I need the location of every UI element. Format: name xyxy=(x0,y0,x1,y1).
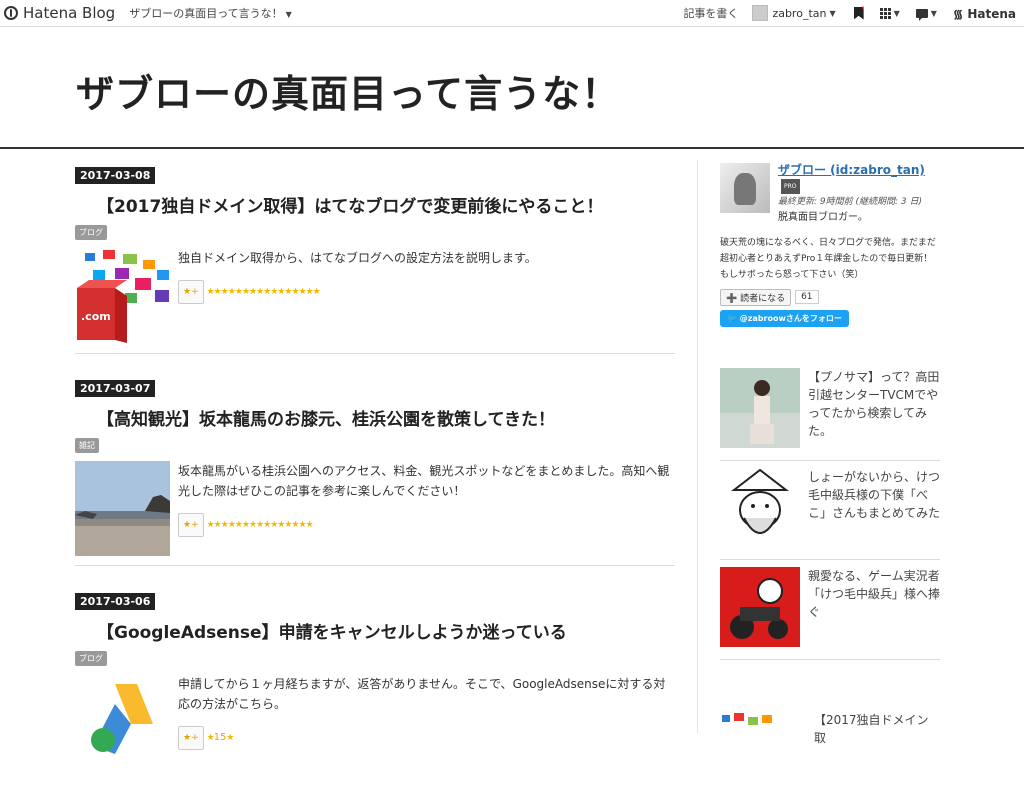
entry: 2017-03-07 【高知観光】坂本龍馬のお膝元、桂浜公園を散策してきた！ 雑… xyxy=(75,377,675,556)
star-icon: ★ xyxy=(226,733,234,743)
sidebar-divider xyxy=(720,659,940,660)
entry-title[interactable]: 【2017独自ドメイン取得】はてなブログで変更前後にやること！ xyxy=(97,192,675,217)
hatena-logo-icon xyxy=(4,6,18,20)
profile-description: 破天荒の塊になるべく、日々ブログで発信。まだまだ超初心者とりあえずPro１年課金… xyxy=(720,237,936,280)
blog-title[interactable]: ザブローの真面目って言うな！ xyxy=(76,63,620,118)
entry-summary: 申請してから１ヶ月経ちますが、返答がありません。そこで、GoogleAdsens… xyxy=(178,677,666,711)
entry-date[interactable]: 2017-03-08 xyxy=(75,167,156,184)
add-star-button[interactable]: ★+ xyxy=(178,513,204,537)
subscribe-button[interactable]: ➕ 読者になる xyxy=(720,288,792,306)
twitter-follow-label: @zabroowさんをフォロー xyxy=(739,313,842,323)
user-name: zabro_tan xyxy=(772,6,827,20)
category-badge[interactable]: 雑記 xyxy=(75,438,99,453)
unread-dot-icon xyxy=(861,6,864,10)
entry-summary: 坂本龍馬がいる桂浜公園へのアクセス、料金、観光スポットなどをまとめました。高知へ… xyxy=(178,464,670,498)
entry: 2017-03-08 【2017独自ドメイン取得】はてなブログで変更前後にやるこ… xyxy=(75,164,675,343)
bookmark-icon xyxy=(853,6,864,20)
entry-summary: 独自ドメイン取得から、はてなブログへの設定方法を説明します。 xyxy=(178,251,537,265)
hatena-link[interactable]: ᯾ Hatena xyxy=(953,5,1016,22)
add-star-button[interactable]: ★+ xyxy=(178,726,204,750)
sidebar: ザブロー (id:zabro_tan) PRO 最終更新: 9時間前 (継続期間:… xyxy=(720,163,940,791)
related-article-thumbnail[interactable] xyxy=(720,711,800,791)
entry-divider xyxy=(75,353,675,354)
chevron-down-icon: ▼ xyxy=(893,8,900,18)
entry-divider xyxy=(75,565,675,566)
entry-title[interactable]: 【高知観光】坂本龍馬のお膝元、桂浜公園を散策してきた！ xyxy=(97,405,675,430)
sidebar-separator xyxy=(697,160,698,733)
comment-menu-button[interactable]: ▼ xyxy=(915,8,937,21)
star-icon: ★ xyxy=(206,733,215,743)
star-icons: ★★★★★★★★★★★★★★★★ xyxy=(206,287,321,297)
star-count[interactable]: 15 xyxy=(214,728,227,748)
twitter-follow-button[interactable]: 🐦 @zabroowさんをフォロー xyxy=(720,309,849,327)
entry-title[interactable]: 【GoogleAdsense】申請をキャンセルしようか迷っている xyxy=(97,618,675,643)
entry-thumbnail[interactable] xyxy=(75,461,170,556)
grid-icon xyxy=(879,7,891,19)
entry-thumbnail[interactable] xyxy=(75,674,170,769)
category-badge[interactable]: ブログ xyxy=(75,651,107,666)
subscriber-count[interactable]: 61 xyxy=(795,290,819,304)
related-article[interactable]: 【2017独自ドメイン取 xyxy=(720,711,940,791)
star-icons: ★★★★★★★★★★★★★★★ xyxy=(206,520,314,530)
sidebar-divider xyxy=(720,559,940,560)
entry-date[interactable]: 2017-03-07 xyxy=(75,380,156,397)
comment-icon xyxy=(915,8,928,21)
related-article-thumbnail[interactable] xyxy=(720,468,800,548)
entry: 2017-03-06 【GoogleAdsense】申請をキャンセルしようか迷っ… xyxy=(75,590,675,769)
star-area: ★+ ★★★★★★★★★★★★★★★ xyxy=(178,513,675,537)
entry-date[interactable]: 2017-03-06 xyxy=(75,593,156,610)
related-article-title: しょーがないから、けつ毛中級兵様の下僕「べこ」さんもまとめてみた xyxy=(808,470,941,520)
star-area: ★+ ★ 15 ★ xyxy=(178,726,675,750)
twitter-bird-icon: 🐦 xyxy=(727,313,740,323)
related-article-title: 親愛なる、ゲーム実況者「けつ毛中級兵」様へ捧ぐ xyxy=(808,569,941,619)
blog-header: ザブローの真面目って言うな！ xyxy=(0,27,1024,149)
pro-badge: PRO xyxy=(781,179,800,194)
profile-tagline: 脱真面目ブロガー。 xyxy=(778,211,868,223)
related-article[interactable]: 【プノサマ】って？高田引越センターTVCMでやってたから検索してみた。 xyxy=(720,368,940,448)
profile-module: ザブロー (id:zabro_tan) PRO 最終更新: 9時間前 (継続期間:… xyxy=(720,163,940,225)
entry-thumbnail[interactable]: .com xyxy=(75,248,170,343)
sidebar-divider xyxy=(720,460,940,461)
hatena-mark-icon: ᯾ xyxy=(952,6,968,21)
apps-menu-button[interactable]: ▼ xyxy=(879,7,900,19)
logo-text: Hatena Blog xyxy=(23,4,116,22)
related-article-thumbnail[interactable] xyxy=(720,368,800,448)
category-badge[interactable]: ブログ xyxy=(75,225,107,240)
svg-text:.com: .com xyxy=(81,310,111,323)
notification-button[interactable] xyxy=(853,6,864,20)
chevron-down-icon: ▼ xyxy=(829,8,836,18)
blog-switcher-label: ザブローの真面目って言うな！ xyxy=(129,7,283,20)
profile-avatar[interactable] xyxy=(720,163,770,213)
related-article-title: 【2017独自ドメイン取 xyxy=(814,713,929,745)
write-article-link[interactable]: 記事を書く xyxy=(683,5,738,21)
last-updated: 最終更新: 9時間前 (継続期間: 3 日) xyxy=(778,196,922,207)
chevron-down-icon: ▼ xyxy=(285,10,292,19)
chevron-down-icon: ▼ xyxy=(930,8,937,18)
add-star-button[interactable]: ★+ xyxy=(178,280,204,304)
related-article-thumbnail[interactable] xyxy=(720,567,800,647)
user-menu[interactable]: zabro_tan ▼ xyxy=(752,5,836,21)
related-article[interactable]: しょーがないから、けつ毛中級兵様の下僕「べこ」さんもまとめてみた xyxy=(720,468,940,548)
avatar xyxy=(752,5,769,21)
hatena-label: Hatena xyxy=(967,6,1016,21)
related-article[interactable]: 親愛なる、ゲーム実況者「けつ毛中級兵」様へ捧ぐ xyxy=(720,567,940,647)
profile-name-link[interactable]: ザブロー (id:zabro_tan) xyxy=(778,163,925,177)
star-area: ★+ ★★★★★★★★★★★★★★★★ xyxy=(178,280,675,304)
hatena-blog-logo[interactable]: Hatena Blog xyxy=(4,4,115,22)
blog-switcher[interactable]: ザブローの真面目って言うな！ ▼ xyxy=(129,5,292,21)
related-article-title: 【プノサマ】って？高田引越センターTVCMでやってたから検索してみた。 xyxy=(808,370,940,438)
top-bar: Hatena Blog ザブローの真面目って言うな！ ▼ 記事を書く zabro_… xyxy=(0,0,1024,27)
